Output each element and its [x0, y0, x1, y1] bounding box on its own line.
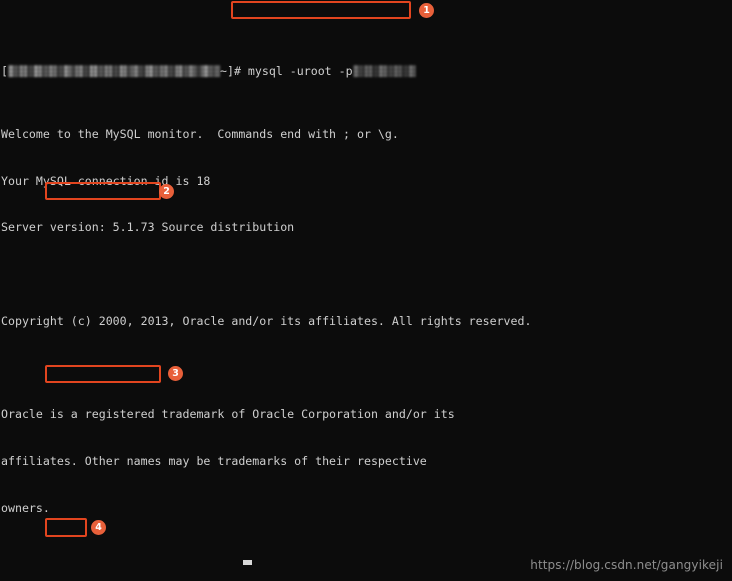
step-badge-2: 2	[159, 184, 174, 199]
step-badge-1: 1	[419, 3, 434, 18]
shell-prompt-tail: ~]#	[219, 64, 248, 79]
terminal-line-trademark-3: owners.	[1, 501, 50, 515]
terminal-line-connection-id: Your MySQL connection id is 18	[1, 173, 211, 188]
terminal-line-shell-prompt: [ ~]# mysql -uroot -p	[1, 64, 545, 80]
terminal-line-trademark-1: Oracle is a registered trademark of Orac…	[1, 407, 455, 422]
step-badge-4: 4	[91, 520, 106, 535]
csdn-watermark: https://blog.csdn.net/gangyikeji	[530, 558, 723, 573]
terminal-cursor	[243, 560, 252, 565]
step-badge-3: 3	[168, 366, 183, 381]
terminal-screen: [ ~]# mysql -uroot -p Welcome to the MySQ…	[0, 0, 732, 581]
shell-prompt-open-bracket: [	[1, 64, 8, 79]
terminal-output[interactable]: [ ~]# mysql -uroot -p Welcome to the MySQ…	[0, 0, 545, 581]
censored-password	[352, 65, 416, 78]
terminal-line-welcome: Welcome to the MySQL monitor. Commands e…	[1, 126, 399, 141]
terminal-line-copyright: Copyright (c) 2000, 2013, Oracle and/or …	[1, 313, 532, 328]
command-mysql-login[interactable]: mysql -uroot -p	[248, 64, 353, 78]
terminal-line-trademark-2: affiliates. Other names may be trademark…	[1, 454, 427, 469]
censored-user-host	[7, 65, 220, 78]
terminal-line-server-version: Server version: 5.1.73 Source distributi…	[1, 220, 295, 235]
